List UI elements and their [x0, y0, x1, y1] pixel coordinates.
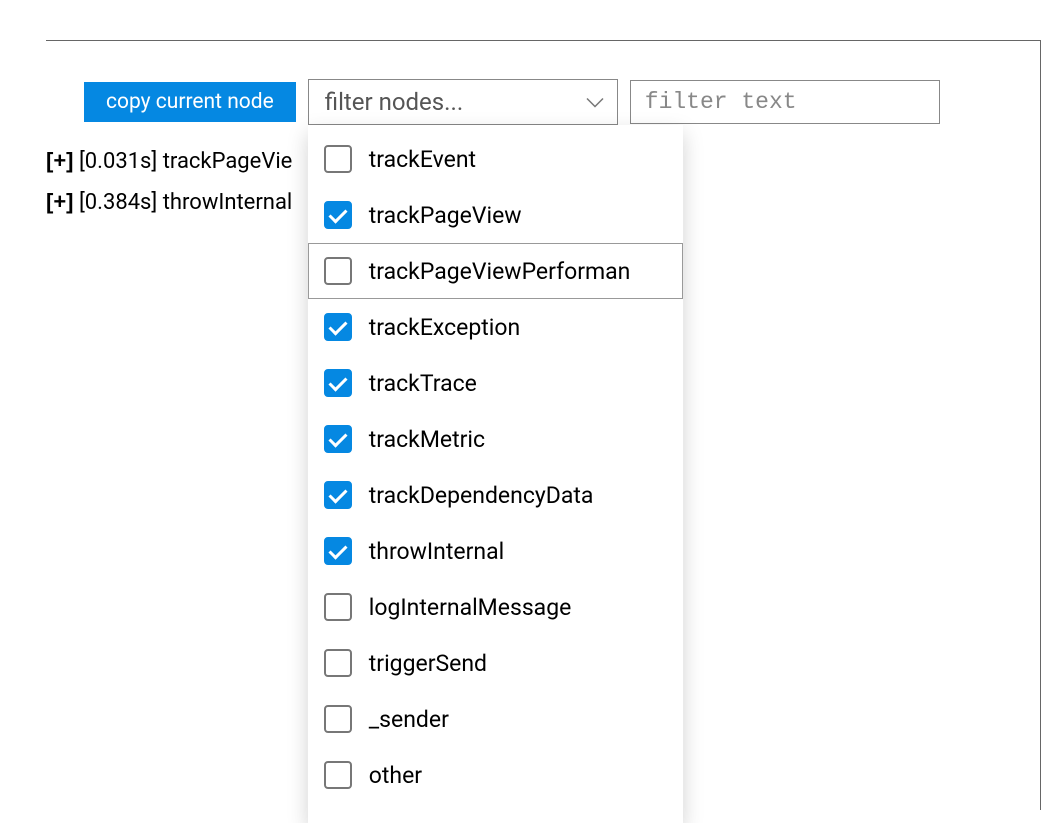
expand-icon[interactable]: [+]	[46, 148, 74, 173]
dropdown-option-label: trackTrace	[369, 370, 477, 397]
dropdown-option-label: trackException	[369, 314, 520, 341]
filter-nodes-select-placeholder: filter nodes...	[325, 88, 463, 116]
dropdown-option[interactable]: triggerSend	[308, 635, 683, 691]
tree-row-time: [0.384s]	[79, 190, 157, 215]
dropdown-option-label: trackPageView	[369, 202, 522, 229]
dropdown-option[interactable]: trackPageView	[308, 187, 683, 243]
dropdown-option[interactable]: trackMetric	[308, 411, 683, 467]
checkbox[interactable]	[324, 425, 352, 453]
app-frame: copy current node filter nodes... trackE…	[46, 40, 1041, 810]
filter-nodes-select[interactable]: filter nodes...	[308, 79, 618, 125]
tree-row-label: trackPageVie	[163, 149, 293, 174]
checkbox[interactable]	[324, 201, 352, 229]
dropdown-option-label: trackMetric	[369, 426, 485, 453]
checkbox[interactable]	[324, 593, 352, 621]
checkbox[interactable]	[324, 705, 352, 733]
dropdown-option[interactable]: trackPageViewPerforman	[308, 243, 683, 299]
checkbox[interactable]	[324, 257, 352, 285]
filter-nodes-select-wrap: filter nodes... trackEventtrackPageViewt…	[308, 79, 618, 125]
checkbox[interactable]	[324, 313, 352, 341]
dropdown-option-label: other	[369, 762, 422, 789]
dropdown-option[interactable]: trackException	[308, 299, 683, 355]
dropdown-option[interactable]: throwInternal	[308, 523, 683, 579]
copy-current-node-button[interactable]: copy current node	[84, 82, 296, 122]
dropdown-option[interactable]: trackTrace	[308, 355, 683, 411]
dropdown-option-label: _sender	[369, 706, 449, 733]
dropdown-option-label: throwInternal	[369, 538, 504, 565]
checkbox[interactable]	[324, 649, 352, 677]
chevron-down-icon	[586, 93, 604, 112]
dropdown-option-label: trackDependencyData	[369, 482, 594, 509]
checkbox[interactable]	[324, 537, 352, 565]
dropdown-option[interactable]: _sender	[308, 691, 683, 747]
checkbox[interactable]	[324, 369, 352, 397]
filter-nodes-dropdown: trackEvent trackPageView trackPageViewPerf…	[308, 125, 683, 823]
dropdown-option[interactable]: logInternalMessage	[308, 579, 683, 635]
tree-row-label: throwInternal	[163, 190, 293, 215]
toolbar: copy current node filter nodes... trackE…	[46, 79, 1040, 137]
checkbox[interactable]	[324, 145, 352, 173]
checkbox[interactable]	[324, 481, 352, 509]
filter-text-input[interactable]	[630, 80, 940, 124]
dropdown-option-label: trackPageViewPerforman	[369, 258, 631, 285]
dropdown-option[interactable]: trackDependencyData	[308, 467, 683, 523]
dropdown-option-label: logInternalMessage	[369, 594, 572, 621]
dropdown-option[interactable]: trackEvent	[308, 131, 683, 187]
dropdown-option-label: trackEvent	[369, 146, 476, 173]
dropdown-option[interactable]: other	[308, 747, 683, 803]
checkbox[interactable]	[324, 761, 352, 789]
expand-icon[interactable]: [+]	[46, 189, 74, 214]
tree-row-time: [0.031s]	[79, 149, 157, 174]
dropdown-option-label: triggerSend	[369, 650, 487, 677]
